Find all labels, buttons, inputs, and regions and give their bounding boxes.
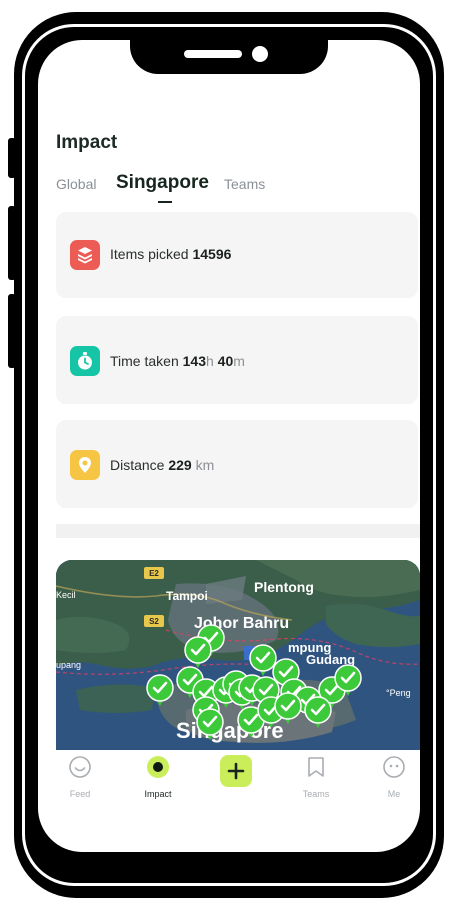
- time-taken-label: Time taken: [110, 353, 179, 369]
- items-picked-card: Items picked 14596: [56, 212, 418, 298]
- map-label-plentong: Plentong: [254, 579, 314, 595]
- active-tab-indicator: [158, 201, 172, 203]
- nav-me[interactable]: Me: [364, 754, 420, 799]
- face-icon: [383, 756, 405, 778]
- items-picked-value: 14596: [192, 246, 232, 262]
- tab-singapore[interactable]: Singapore: [116, 172, 209, 194]
- nav-add[interactable]: [206, 754, 266, 793]
- road-label-e2: E2: [149, 569, 159, 578]
- plus-icon: [220, 755, 252, 787]
- road-label-s2: S2: [149, 617, 159, 626]
- map-canvas: E2 S2 Kecil Tampoi Plentong Johor Bahru …: [56, 560, 420, 756]
- items-picked-stat: Items picked 14596: [110, 246, 231, 262]
- map-label-pupang: upang: [56, 660, 81, 670]
- silent-switch: [8, 138, 16, 178]
- items-picked-label: Items picked: [110, 246, 189, 262]
- distance-card: Distance 229 km: [56, 420, 418, 508]
- nav-teams-label: Teams: [302, 789, 330, 799]
- impact-map[interactable]: E2 S2 Kecil Tampoi Plentong Johor Bahru …: [56, 560, 420, 756]
- time-minutes-value: 40: [217, 353, 234, 369]
- nav-impact[interactable]: Impact: [128, 754, 188, 799]
- nav-impact-label: Impact: [144, 789, 172, 799]
- distance-label: Distance: [110, 457, 165, 473]
- front-camera: [252, 46, 268, 62]
- map-label-peng: °Peng: [386, 688, 411, 698]
- stopwatch-icon: [70, 346, 100, 376]
- map-label-tampoi: Tampoi: [166, 589, 208, 603]
- smiley-icon: [69, 756, 91, 778]
- nav-feed[interactable]: Feed: [50, 754, 110, 799]
- impact-dot-icon: [147, 756, 169, 778]
- page-title: Impact: [56, 132, 118, 153]
- location-pin-icon: [70, 450, 100, 480]
- tab-global[interactable]: Global: [56, 176, 96, 192]
- speaker-grill: [184, 50, 242, 58]
- notch: [130, 40, 328, 74]
- nav-teams[interactable]: Teams: [286, 754, 346, 799]
- volume-up-button: [8, 206, 16, 280]
- time-taken-card: Time taken 143h 40m: [56, 316, 418, 404]
- time-minutes-unit: m: [233, 353, 245, 369]
- distance-value: 229: [168, 457, 192, 473]
- volume-down-button: [8, 294, 16, 368]
- time-hours-unit: h: [205, 353, 214, 369]
- distance-unit: km: [195, 457, 215, 473]
- nav-feed-label: Feed: [69, 789, 91, 799]
- time-taken-stat: Time taken 143h 40m: [110, 353, 245, 369]
- tab-teams[interactable]: Teams: [224, 176, 265, 192]
- time-hours-value: 143: [182, 353, 206, 369]
- bookmark-icon: [308, 757, 324, 777]
- section-divider: [56, 524, 420, 538]
- bottom-nav: Feed Impact Teams Me: [38, 750, 420, 810]
- app-screen: Impact Global Singapore Teams Items pick…: [38, 40, 420, 852]
- distance-stat: Distance 229 km: [110, 457, 214, 473]
- map-label-kecil: Kecil: [56, 590, 76, 600]
- nav-me-label: Me: [387, 789, 401, 799]
- layers-icon: [70, 240, 100, 270]
